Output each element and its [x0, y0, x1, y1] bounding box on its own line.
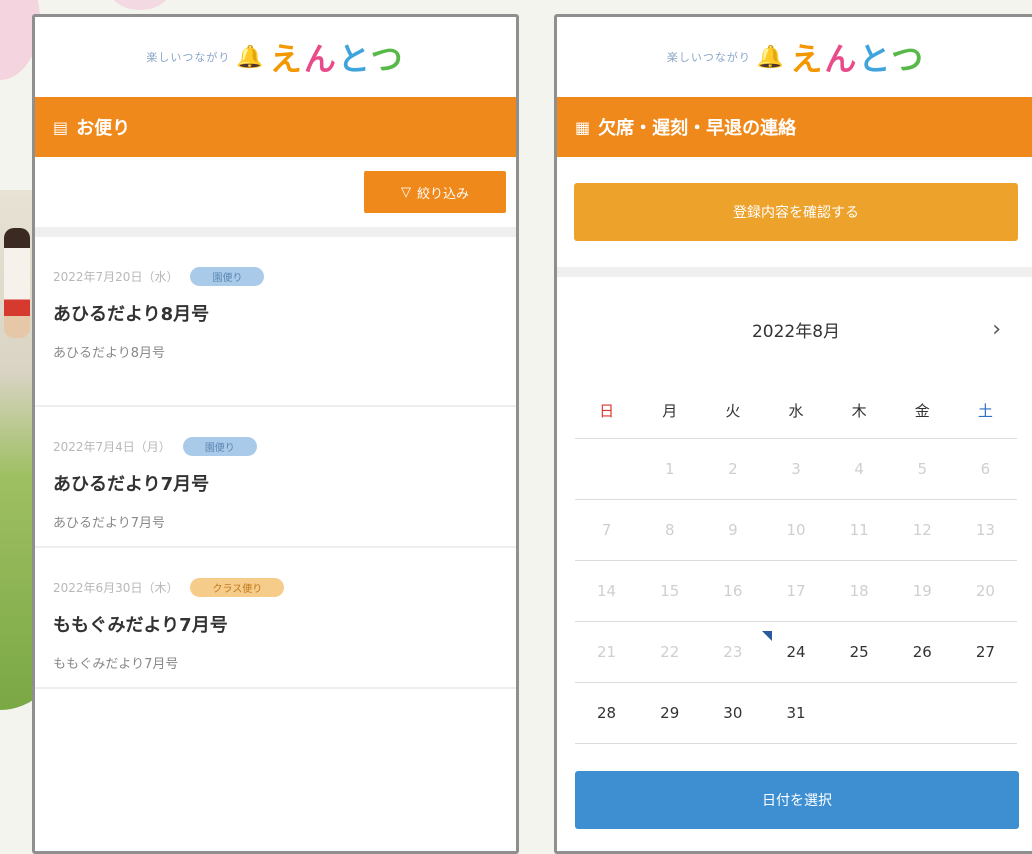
calendar-day[interactable]: 30: [701, 704, 764, 722]
section-title: お便り: [76, 118, 131, 139]
today-marker: [762, 631, 773, 641]
phone-screen-absence: 楽しいつながり 🔔 えんとつ ▦ 欠席・遅刻・早退の連絡 登録内容を確認する 2…: [554, 14, 1032, 854]
calendar-day: 12: [912, 521, 932, 539]
weekday-fri: 金: [914, 401, 930, 420]
calendar-day: 10: [786, 521, 806, 539]
section-header-absence: ▦ 欠席・遅刻・早退の連絡: [557, 97, 1032, 157]
calendar-day: 7: [601, 521, 612, 539]
calendar-grid: 日 月 火 水 木 金 土 1 2 3 4 5 6 7 8 9 10 11 12 13 14 15 16 17 1…: [575, 382, 1017, 744]
weekday-sun: 日: [599, 401, 615, 420]
logo-tagline: 楽しいつながり: [666, 51, 751, 64]
section-divider: [35, 227, 516, 237]
calendar-header: 2022年8月 ›: [557, 267, 1032, 382]
calendar-day: 5: [917, 460, 928, 478]
calendar-day: 9: [728, 521, 738, 539]
section-header-newsletters: ▤ お便り: [35, 97, 516, 157]
item-title: あひるだより7月号: [53, 474, 210, 495]
category-badge: 園便り: [190, 267, 265, 286]
calendar-day[interactable]: 24: [762, 631, 827, 661]
calendar-day: 13: [975, 521, 995, 539]
calendar-day: 14: [597, 582, 617, 600]
weekday-mon: 月: [662, 401, 678, 420]
item-date: 2022年7月4日（月）: [53, 440, 171, 454]
select-date-button[interactable]: 日付を選択: [575, 771, 1019, 829]
newsletter-list: 2022年7月20日（水） 園便り あひるだより8月号 あひるだより8月号 20…: [35, 237, 516, 689]
background-decoration-circle-small: [110, 0, 170, 10]
calendar-week-row: 14 15 16 17 18 19 20: [575, 561, 1017, 622]
calendar-day[interactable]: 27: [954, 643, 1017, 661]
calendar-day: 18: [849, 582, 869, 600]
filter-button[interactable]: ▽ 絞り込み: [364, 171, 506, 213]
calendar-week-row: 1 2 3 4 5 6: [575, 439, 1017, 500]
calendar-day: 6: [980, 460, 991, 478]
weekday-tue: 火: [725, 401, 741, 420]
calendar-day: 15: [660, 582, 680, 600]
confirm-wrap: 登録内容を確認する: [557, 157, 1032, 267]
filter-button-label: 絞り込み: [416, 185, 469, 201]
calendar-day: 21: [597, 643, 617, 661]
item-title: あひるだより8月号: [53, 304, 210, 325]
logo-wordmark: えんとつ: [790, 40, 926, 78]
list-item[interactable]: 2022年7月20日（水） 園便り あひるだより8月号 あひるだより8月号: [35, 237, 516, 407]
app-logo: 楽しいつながり 🔔 えんとつ: [35, 17, 516, 97]
section-title: 欠席・遅刻・早退の連絡: [598, 118, 797, 139]
chevron-right-icon[interactable]: ›: [992, 317, 1001, 342]
list-item[interactable]: 2022年7月4日（月） 園便り あひるだより7月号 あひるだより7月号: [35, 407, 516, 548]
item-subtitle: あひるだより7月号: [53, 516, 166, 531]
item-subtitle: あひるだより8月号: [53, 346, 166, 361]
calendar-day: 2: [728, 460, 738, 478]
newsletter-icon: ▤: [53, 117, 69, 137]
calendar-list-icon: ▦: [575, 117, 591, 137]
filter-row: ▽ 絞り込み: [35, 157, 516, 227]
item-subtitle: ももぐみだより7月号: [53, 657, 179, 672]
calendar-day: 8: [664, 521, 675, 539]
calendar-day[interactable]: 26: [891, 643, 954, 661]
calendar-day: 22: [660, 643, 680, 661]
calendar-day: 17: [786, 582, 806, 600]
calendar-day: 19: [912, 582, 932, 600]
item-date: 2022年6月30日（木）: [53, 581, 179, 595]
calendar-day: 3: [791, 460, 801, 478]
logo-tagline: 楽しいつながり: [146, 51, 231, 64]
select-wrap: 日付を選択: [575, 771, 1019, 829]
weekday-wed: 水: [788, 401, 804, 420]
calendar-day[interactable]: 29: [638, 704, 701, 722]
calendar-week-row: 7 8 9 10 11 12 13: [575, 500, 1017, 561]
calendar-day[interactable]: 31: [764, 704, 827, 722]
weekday-row: 日 月 火 水 木 金 土: [575, 382, 1017, 439]
calendar-day: 20: [975, 582, 995, 600]
category-badge: 園便り: [182, 437, 257, 456]
phone-screen-newsletters: 楽しいつながり 🔔 えんとつ ▤ お便り ▽ 絞り込み 2022年7月20日（水…: [32, 14, 519, 854]
calendar-day: 4: [854, 460, 864, 478]
calendar-day: 23: [723, 643, 743, 661]
logo-wordmark: えんとつ: [269, 40, 405, 78]
calendar-day: 16: [723, 582, 743, 600]
weekday-sat: 土: [977, 401, 993, 420]
calendar-day[interactable]: 28: [575, 704, 638, 722]
item-title: ももぐみだより7月号: [53, 615, 228, 636]
category-badge: クラス便り: [190, 578, 285, 597]
filter-icon: ▽: [400, 184, 411, 199]
calendar-week-row: 28 29 30 31: [575, 683, 1017, 744]
calendar-month-label: 2022年8月: [751, 322, 841, 342]
bell-icon: 🔔: [236, 44, 264, 70]
background-photo-child: [4, 228, 30, 338]
calendar-day: 1: [664, 460, 675, 478]
item-date: 2022年7月20日（水）: [53, 270, 179, 284]
bell-icon: 🔔: [756, 44, 785, 70]
calendar-week-row: 21 22 23 24 25 26 27: [575, 622, 1017, 683]
calendar-day: 11: [849, 521, 869, 539]
confirm-registration-button[interactable]: 登録内容を確認する: [574, 183, 1018, 241]
calendar-day[interactable]: 25: [828, 643, 891, 661]
list-item[interactable]: 2022年6月30日（木） クラス便り ももぐみだより7月号 ももぐみだより7月…: [35, 548, 516, 689]
app-logo: 楽しいつながり 🔔 えんとつ: [557, 17, 1032, 97]
weekday-thu: 木: [851, 401, 867, 420]
